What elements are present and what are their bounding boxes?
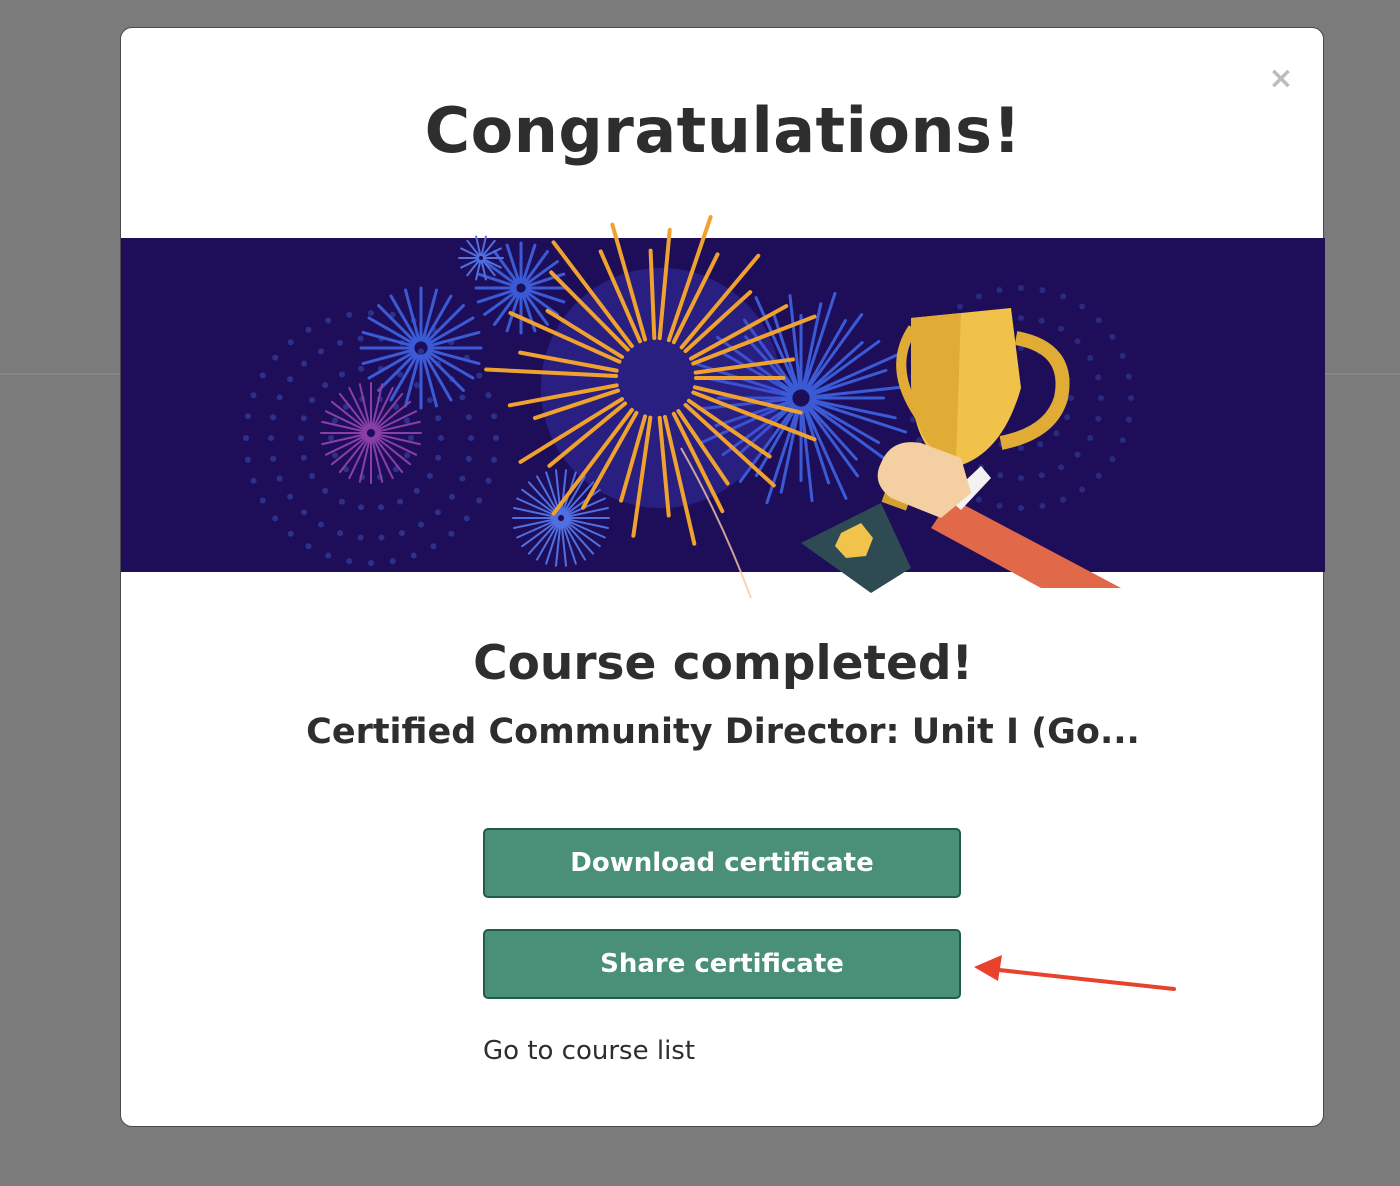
fireworks-trophy-illustration bbox=[243, 215, 1134, 599]
share-certificate-button[interactable]: Share certificate bbox=[483, 929, 961, 999]
go-to-course-list-link[interactable]: Go to course list bbox=[483, 1036, 695, 1066]
course-status-heading: Course completed! bbox=[473, 636, 973, 691]
download-certificate-button[interactable]: Download certificate bbox=[483, 828, 961, 898]
firework-purple-burst bbox=[320, 382, 422, 484]
course-name: Certified Community Director: Unit I (Go… bbox=[306, 712, 1140, 752]
arrow-annotation-icon bbox=[974, 955, 1176, 991]
arm-sleeve bbox=[931, 498, 1121, 588]
dialog-title: Congratulations! bbox=[424, 94, 1022, 167]
close-icon[interactable]: × bbox=[1264, 62, 1298, 96]
